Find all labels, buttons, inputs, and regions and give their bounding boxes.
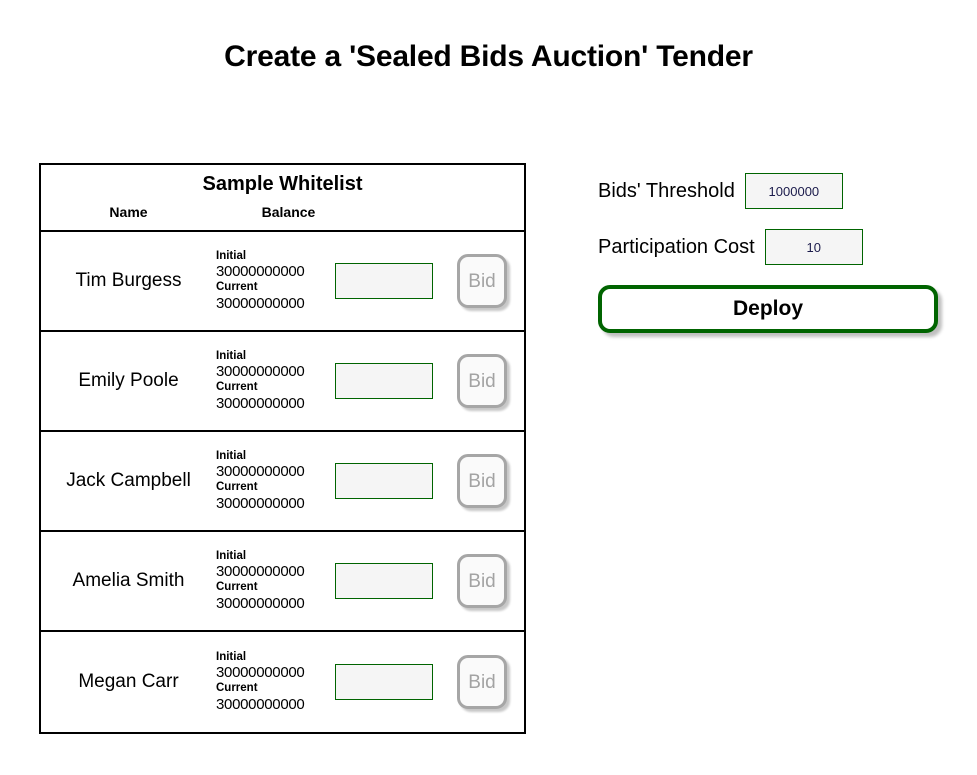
table-row: Amelia Smith Initial 30000000000 Current 300… — [41, 532, 524, 632]
column-header-balance: Balance — [261, 204, 316, 220]
participant-balance: Initial 30000000000 Current 30000000000 — [216, 250, 328, 313]
column-header-name: Name — [109, 204, 148, 220]
bids-threshold-row: Bids' Threshold — [598, 173, 958, 209]
current-balance-value: 30000000000 — [216, 594, 305, 612]
whitelist-rows: Tim Burgess Initial 30000000000 Current 3000… — [41, 232, 524, 732]
initial-balance-value: 30000000000 — [216, 263, 305, 281]
bids-threshold-label: Bids' Threshold — [598, 179, 735, 202]
bid-button[interactable]: Bid — [457, 655, 507, 709]
initial-balance-label: Initial — [216, 249, 247, 262]
bid-button[interactable]: Bid — [457, 554, 507, 608]
bid-button[interactable]: Bid — [457, 454, 507, 508]
participant-balance: Initial 30000000000 Current 30000000000 — [216, 450, 328, 513]
parameters-panel: Bids' Threshold Participation Cost Deplo… — [598, 173, 958, 333]
current-balance-value: 30000000000 — [216, 294, 305, 312]
participant-name: Tim Burgess — [75, 270, 182, 291]
bid-input-cell — [328, 563, 440, 599]
initial-balance-label: Initial — [216, 650, 247, 663]
whitelist-header: Sample Whitelist Name Balance — [41, 165, 524, 232]
bid-amount-input[interactable] — [335, 664, 433, 700]
participation-cost-row: Participation Cost — [598, 229, 958, 265]
current-balance-label: Current — [216, 581, 258, 593]
bid-input-cell — [328, 263, 440, 299]
participation-cost-label: Participation Cost — [598, 235, 755, 258]
deploy-button[interactable]: Deploy — [598, 285, 938, 333]
bids-threshold-input[interactable] — [744, 173, 843, 209]
current-balance-value: 30000000000 — [216, 494, 305, 512]
bid-action-cell: Bid — [440, 454, 524, 508]
bid-amount-input[interactable] — [335, 263, 433, 299]
current-balance-label: Current — [216, 481, 258, 493]
bid-amount-input[interactable] — [335, 563, 433, 599]
bid-input-cell — [328, 363, 440, 399]
participant-name: Jack Campbell — [66, 470, 191, 491]
bid-action-cell: Bid — [440, 254, 524, 308]
initial-balance-value: 30000000000 — [216, 363, 305, 381]
initial-balance-value: 30000000000 — [216, 563, 305, 581]
bid-input-cell — [328, 463, 440, 499]
page-title: Create a 'Sealed Bids Auction' Tender — [224, 40, 753, 73]
bid-action-cell: Bid — [440, 354, 524, 408]
current-balance-label: Current — [216, 682, 258, 694]
participant-balance: Initial 30000000000 Current 30000000000 — [216, 350, 328, 413]
bid-amount-input[interactable] — [335, 463, 433, 499]
bid-button[interactable]: Bid — [457, 254, 507, 308]
whitelist-table: Sample Whitelist Name Balance Tim Burges… — [39, 163, 526, 734]
bid-action-cell: Bid — [440, 655, 524, 709]
current-balance-label: Current — [216, 281, 258, 293]
participant-name: Emily Poole — [78, 370, 179, 391]
whitelist-title: Sample Whitelist — [202, 173, 363, 195]
table-row: Tim Burgess Initial 30000000000 Current 3000… — [41, 232, 524, 332]
participant-balance: Initial 30000000000 Current 30000000000 — [216, 651, 328, 714]
table-row: Jack Campbell Initial 30000000000 Current 30… — [41, 432, 524, 532]
bid-action-cell: Bid — [440, 554, 524, 608]
initial-balance-label: Initial — [216, 349, 247, 362]
participant-name: Megan Carr — [78, 671, 179, 692]
table-row: Emily Poole Initial 30000000000 Current 3000… — [41, 332, 524, 432]
bid-button[interactable]: Bid — [457, 354, 507, 408]
participant-name: Amelia Smith — [72, 570, 185, 591]
bid-amount-input[interactable] — [335, 363, 433, 399]
initial-balance-value: 30000000000 — [216, 463, 305, 481]
table-row: Megan Carr Initial 30000000000 Current 30000… — [41, 632, 524, 732]
current-balance-label: Current — [216, 381, 258, 393]
current-balance-value: 30000000000 — [216, 394, 305, 412]
current-balance-value: 30000000000 — [216, 695, 305, 713]
bid-input-cell — [328, 664, 440, 700]
initial-balance-label: Initial — [216, 449, 247, 462]
initial-balance-label: Initial — [216, 549, 247, 562]
whitelist-column-headers: Name Balance — [41, 204, 524, 220]
participation-cost-input[interactable] — [764, 229, 863, 265]
column-header-spacer — [361, 204, 524, 220]
initial-balance-value: 30000000000 — [216, 664, 305, 682]
participant-balance: Initial 30000000000 Current 30000000000 — [216, 550, 328, 613]
